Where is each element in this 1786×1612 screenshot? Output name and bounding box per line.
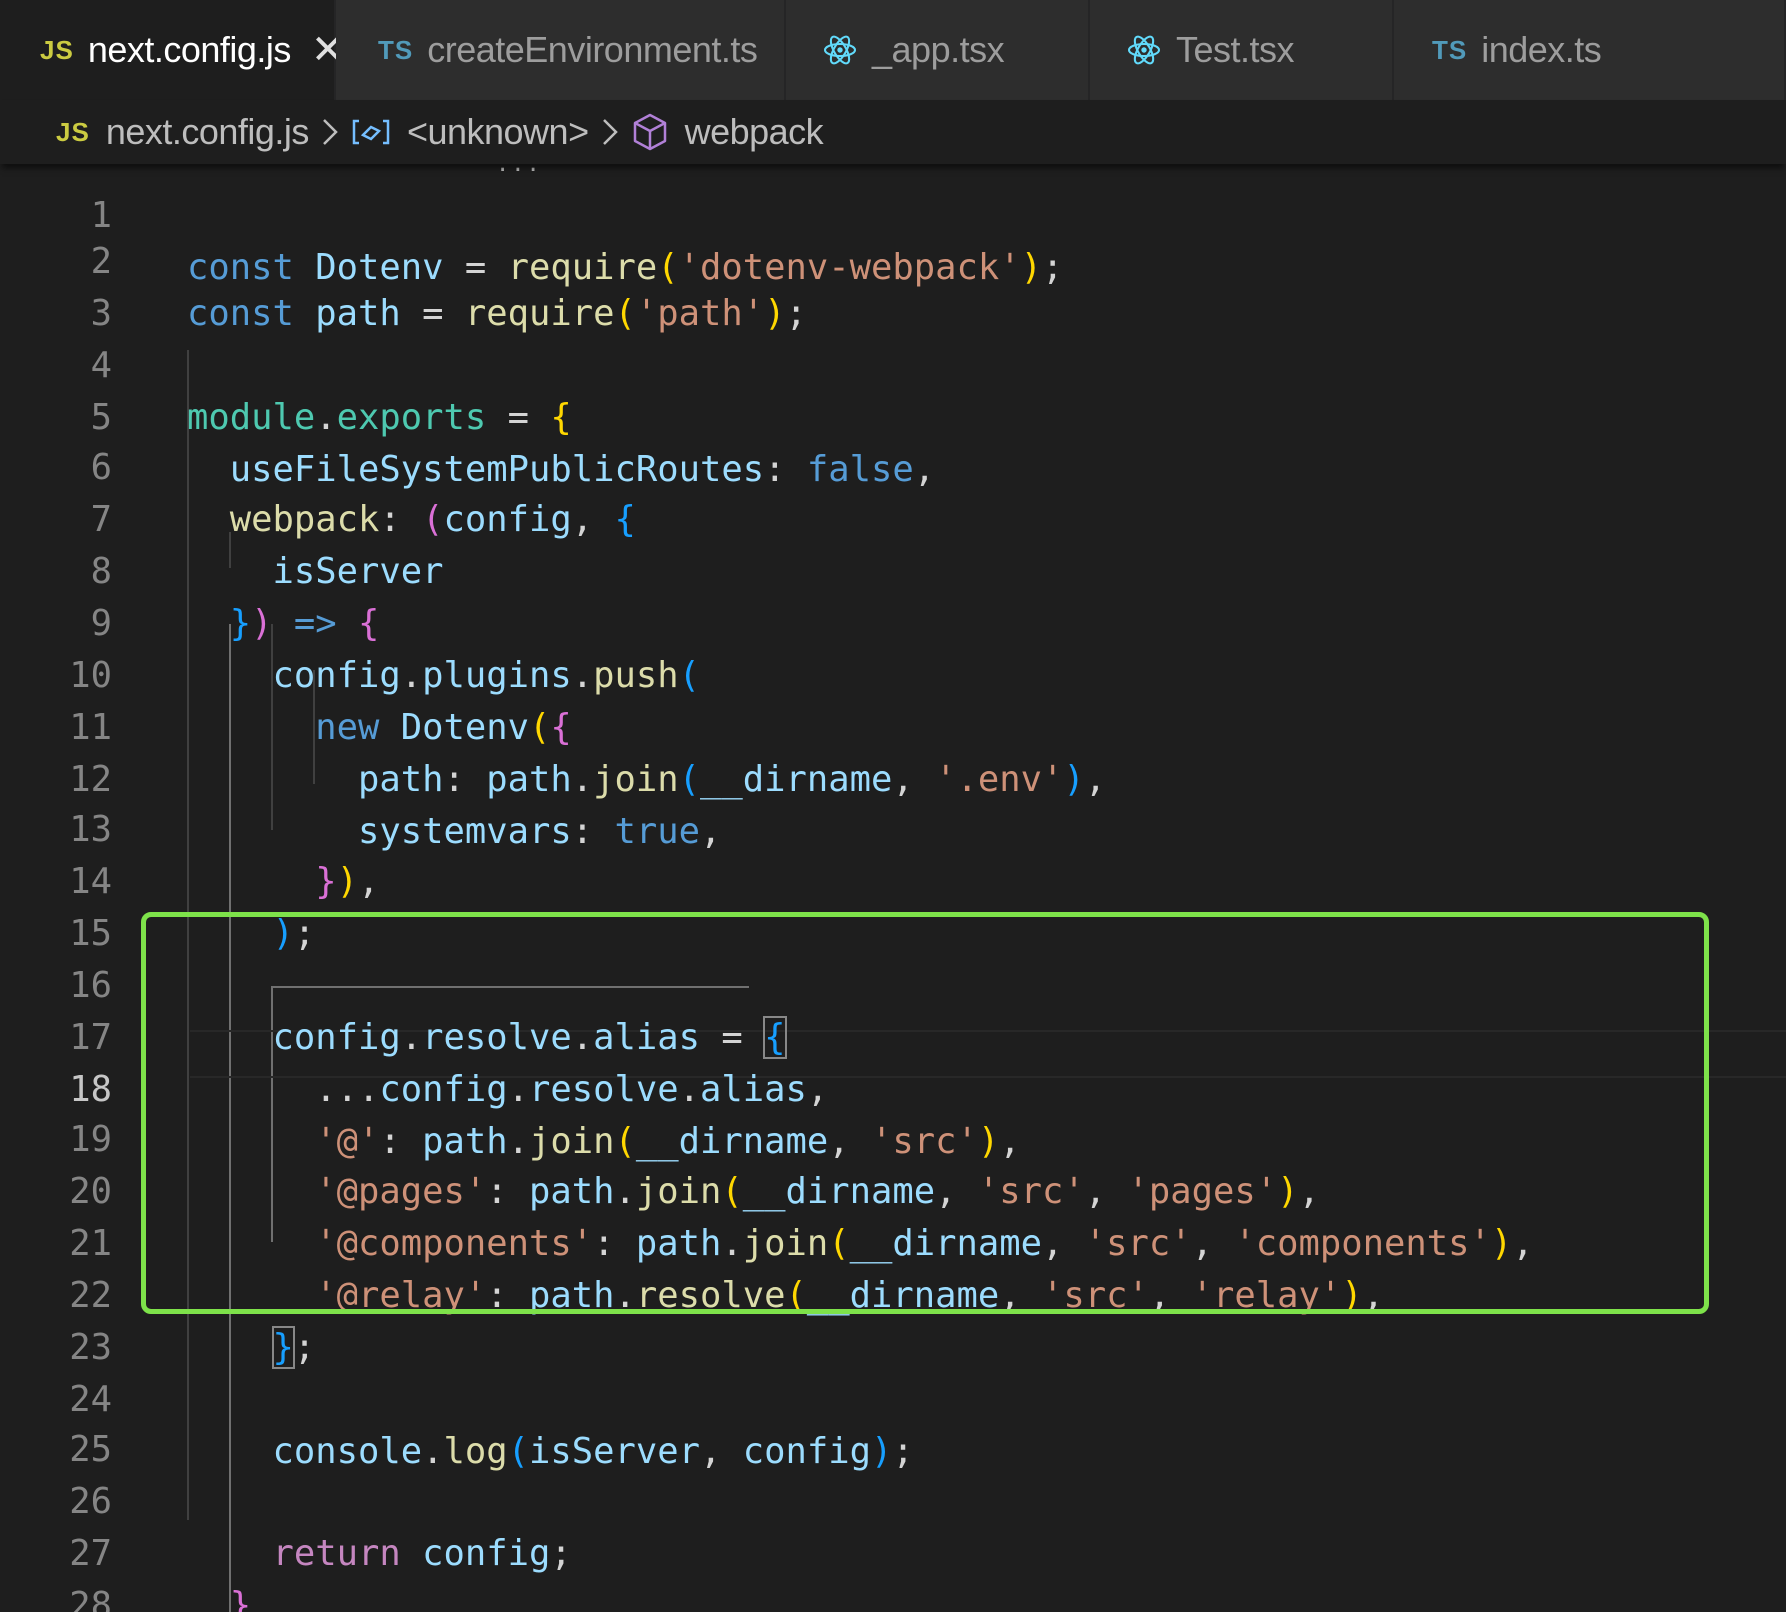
code-text: } bbox=[229, 1585, 252, 1612]
code-line: 23 bbox=[0, 1270, 1786, 1368]
tab-label: createEnvironment.ts bbox=[427, 29, 758, 70]
breadcrumb-symbol-label: <unknown> bbox=[406, 111, 589, 152]
code-line: 21 '@relay': path.resolve(__dirname, 'sr… bbox=[0, 1166, 1786, 1316]
tab-test-tsx[interactable]: Test.tsx bbox=[1090, 0, 1394, 100]
tab-index-ts[interactable]: TS index.ts bbox=[1394, 0, 1786, 100]
code-line: 16 config.resolve.alias = { bbox=[0, 908, 1786, 1059]
code-line: 11 path: path.join(__dirname, '.env'), bbox=[0, 650, 1786, 800]
code-line: 10 new Dotenv({ bbox=[0, 598, 1786, 748]
code-line: 27 } bbox=[0, 1476, 1786, 1612]
line-number: 28 bbox=[69, 1585, 112, 1612]
code-line: 13 }), bbox=[0, 752, 1786, 902]
code-line: 3 bbox=[0, 236, 1786, 334]
variable-symbol-icon bbox=[351, 117, 391, 147]
ts-file-icon: TS bbox=[378, 34, 414, 65]
code-line: 7 isServer bbox=[0, 442, 1786, 592]
tab-label: _app.tsx bbox=[872, 29, 1005, 70]
code-line: 18 '@': path.join(__dirname, 'src'), bbox=[0, 1012, 1786, 1162]
code-line: 15 bbox=[0, 856, 1786, 954]
code-editor[interactable]: 1 const Dotenv = require('dotenv-webpack… bbox=[0, 164, 1786, 1612]
tab-label: Test.tsx bbox=[1176, 29, 1295, 70]
react-icon bbox=[822, 33, 858, 67]
tab-next-config-js[interactable]: JS next.config.js ✕ bbox=[0, 0, 344, 100]
breadcrumb: JS next.config.js <unknown> webpack bbox=[0, 100, 1786, 164]
code-line: 5 useFileSystemPublicRoutes: false, bbox=[0, 340, 1786, 490]
code-line: 20 '@components': path.join(__dirname, '… bbox=[0, 1114, 1786, 1264]
code-line: 2 const path = require('path'); bbox=[0, 184, 1786, 334]
tab-label: next.config.js bbox=[87, 29, 292, 70]
js-file-icon: JS bbox=[40, 34, 74, 65]
tab-create-environment-ts[interactable]: TS createEnvironment.ts bbox=[336, 0, 786, 100]
breadcrumb-member[interactable]: webpack bbox=[631, 111, 824, 153]
code-line: 25 bbox=[0, 1372, 1786, 1470]
breadcrumb-symbol[interactable]: <unknown> bbox=[351, 111, 589, 153]
code-line: 9 config.plugins.push( bbox=[0, 546, 1786, 696]
code-line: 14 ); bbox=[0, 804, 1786, 954]
breadcrumb-file[interactable]: JS next.config.js bbox=[56, 111, 309, 153]
tab-app-tsx[interactable]: _app.tsx bbox=[786, 0, 1090, 100]
code-line: 19 '@pages': path.join(__dirname, 'src',… bbox=[0, 1062, 1786, 1212]
breadcrumb-member-label: webpack bbox=[684, 111, 824, 152]
editor-tab-bar: JS next.config.js ✕ TS createEnvironment… bbox=[0, 0, 1786, 100]
chevron-right-icon bbox=[599, 115, 621, 149]
code-line: 8 }) => { bbox=[0, 494, 1786, 644]
code-line: 12 systemvars: true, bbox=[0, 702, 1786, 852]
code-line: 22 }; bbox=[0, 1218, 1786, 1369]
tab-label: index.ts bbox=[1481, 29, 1602, 70]
react-icon bbox=[1126, 33, 1162, 67]
code-line: 6 webpack: (config, { bbox=[0, 390, 1786, 540]
code-line: 17 ...config.resolve.alias, bbox=[0, 960, 1786, 1110]
js-file-icon: JS bbox=[56, 116, 90, 147]
ts-file-icon: TS bbox=[1432, 34, 1468, 65]
code-line: 4 module.exports = { bbox=[0, 288, 1786, 438]
ellipsis-hint: ··· bbox=[496, 164, 542, 183]
code-line: 24 console.log(isServer, config); bbox=[0, 1322, 1786, 1472]
breadcrumb-file-label: next.config.js bbox=[105, 111, 310, 152]
code-line: 26 return config; bbox=[0, 1424, 1786, 1574]
chevron-right-icon bbox=[319, 115, 341, 149]
code-line: 28 } bbox=[0, 1528, 1786, 1612]
method-cube-icon bbox=[631, 112, 669, 152]
